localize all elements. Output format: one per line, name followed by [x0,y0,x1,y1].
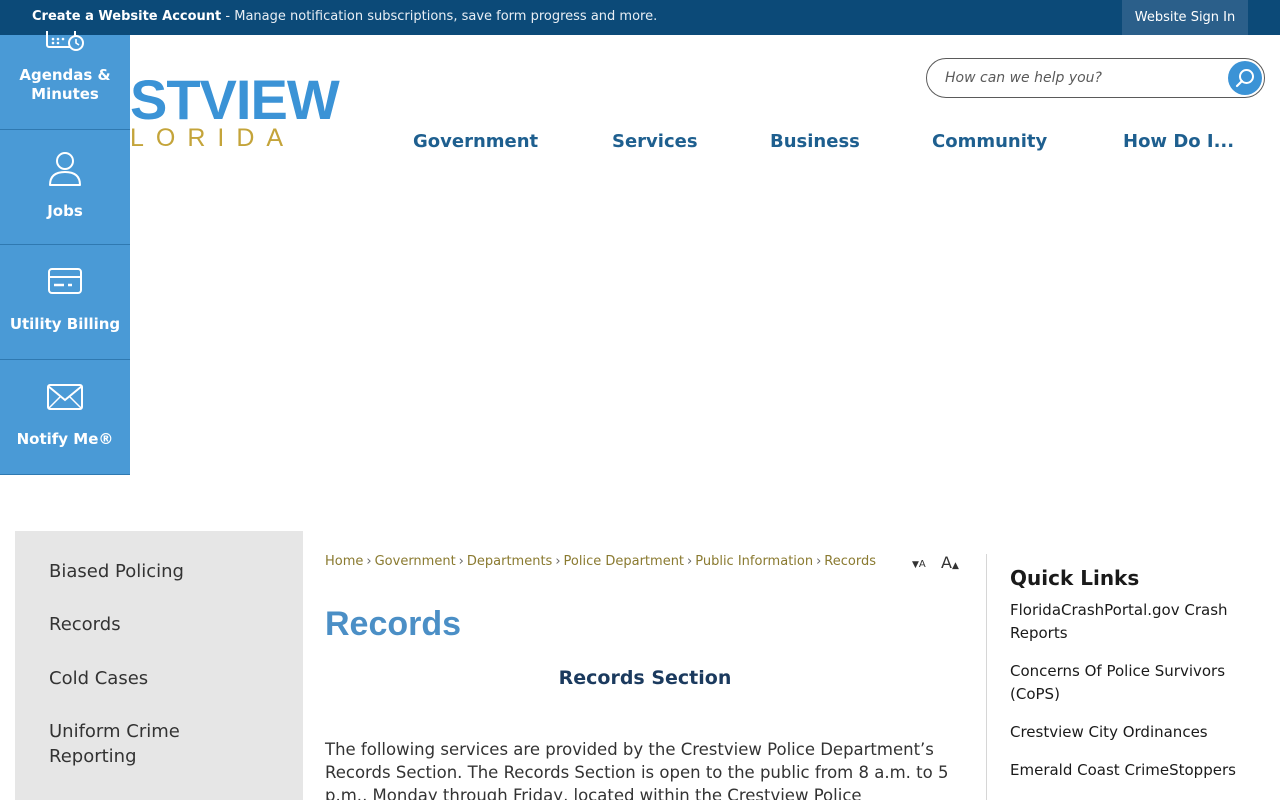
create-account-link[interactable]: Create a Website Account [32,9,221,24]
section-title: Records Section [558,667,732,689]
quickbar-notify-label: Notify Me® [16,430,114,448]
search-box [926,58,1265,98]
caret-down-icon: ▼ [912,560,919,570]
breadcrumb-departments[interactable]: Departments [467,554,552,569]
nav-business[interactable]: Business [770,131,860,152]
card-icon [48,268,82,294]
nav-how-do-i[interactable]: How Do I... [1123,131,1234,152]
top-bar: Create a Website Account - Manage notifi… [0,0,1280,35]
quickbar-agendas-minutes[interactable]: Agendas & Minutes [0,31,130,130]
subnav-cold-cases[interactable]: Cold Cases [49,666,269,691]
breadcrumb: Home › Government › Departments › Police Depar… [325,554,876,569]
nav-community[interactable]: Community [932,131,1047,152]
nav-services[interactable]: Services [612,131,698,152]
quick-link-city-ordinances[interactable]: Crestview City Ordinances [1010,721,1260,744]
quick-links-sidebar: Agendas & Minutes Jobs Utility Billing N… [0,31,130,475]
quickbar-agendas-label: Agendas & Minutes [19,66,111,103]
create-account-banner[interactable]: Create a Website Account - Manage notifi… [32,9,657,24]
breadcrumb-government[interactable]: Government [375,554,456,569]
quick-links-title: Quick Links [1010,566,1140,590]
column-divider [986,554,987,800]
logo-wordmark[interactable]: STVIEW [130,72,340,128]
calendar-clock-icon [46,31,84,51]
create-account-desc: - Manage notification subscriptions, sav… [221,9,658,24]
caret-up-icon: ▲ [951,561,959,571]
quick-link-crimestoppers[interactable]: Emerald Coast CrimeStoppers [1010,759,1260,782]
quickbar-utility-label: Utility Billing [9,315,121,333]
body-text: The following services are provided by t… [325,740,949,800]
website-sign-in-button[interactable]: Website Sign In [1122,0,1248,35]
person-icon [49,152,81,186]
search-input[interactable] [945,68,1225,88]
section-subnav: Biased Policing Records Cold Cases Unifo… [15,531,303,800]
quick-link-crash-portal[interactable]: FloridaCrashPortal.gov Crash Reports [1010,599,1260,645]
breadcrumb-home[interactable]: Home [325,554,363,569]
subnav-records[interactable]: Records [49,612,269,637]
increase-text-size-button[interactable]: A▲ [941,553,959,572]
logo-subtitle: LORIDA [130,124,296,152]
nav-government[interactable]: Government [413,131,538,152]
decrease-text-size-button[interactable]: ▼A [912,553,926,571]
quickbar-jobs-label: Jobs [47,202,83,220]
search-button[interactable] [1228,61,1262,95]
subnav-biased-policing[interactable]: Biased Policing [49,559,269,584]
quickbar-utility-billing[interactable]: Utility Billing [0,245,130,360]
breadcrumb-police-department[interactable]: Police Department [564,554,685,569]
search-icon [1235,69,1254,88]
envelope-icon [47,384,83,410]
breadcrumb-records[interactable]: Records [824,554,876,569]
quick-link-cops[interactable]: Concerns Of Police Survivors (CoPS) [1010,660,1260,706]
breadcrumb-public-information[interactable]: Public Information [695,554,813,569]
quickbar-notify-me[interactable]: Notify Me® [0,360,130,475]
page-title: Records [325,605,462,643]
quickbar-jobs[interactable]: Jobs [0,130,130,245]
subnav-uniform-crime-reporting[interactable]: Uniform Crime Reporting [49,719,269,769]
